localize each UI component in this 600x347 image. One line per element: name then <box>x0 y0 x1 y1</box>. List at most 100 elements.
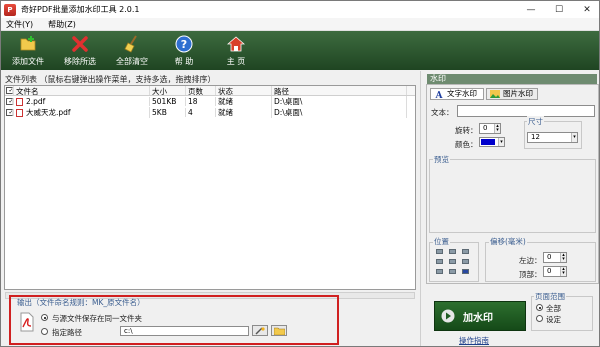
guide-link[interactable]: 操作指南 <box>459 335 489 346</box>
browse-button[interactable] <box>252 325 268 336</box>
watermark-text-input[interactable] <box>457 105 595 117</box>
pdf-output-icon <box>20 312 34 332</box>
page-range-custom-radio[interactable] <box>536 315 543 322</box>
page-range-caption: 页面范围 <box>534 291 566 302</box>
top-offset-spinner[interactable]: 0 ▴ ▾ <box>543 266 567 277</box>
help-button[interactable]: ? 帮 助 <box>158 31 210 70</box>
folder-icon <box>273 327 285 335</box>
play-icon <box>441 309 455 323</box>
file-list[interactable]: ✓ 文件名 大小 页数 状态 路径 ✓ 2.pdf 501KB 18 就绪 D:… <box>4 85 416 290</box>
position-middle-right[interactable] <box>462 259 469 264</box>
file-list-caption: 文件列表 （鼠标右键弹出操作菜单，支持多选，拖拽排序） <box>5 75 216 84</box>
left-offset-spinner[interactable]: 0 ▴ ▾ <box>543 252 567 263</box>
remove-selected-label: 移除所选 <box>64 57 96 66</box>
font-size-select[interactable]: 12 ▾ <box>527 132 578 143</box>
clear-all-button[interactable]: 全部清空 <box>106 31 158 70</box>
position-bottom-right[interactable] <box>462 269 469 274</box>
remove-selected-button[interactable]: 移除所选 <box>54 31 106 70</box>
tab-text-watermark[interactable]: A 文字水印 <box>430 88 484 100</box>
file-status: 就绪 <box>216 96 272 107</box>
row-checkbox[interactable]: ✓ <box>5 98 14 105</box>
left-offset-value: 0 <box>547 253 552 261</box>
pdf-file-icon <box>16 109 23 117</box>
magic-wand-icon <box>255 326 265 334</box>
menu-file[interactable]: 文件(Y) <box>6 19 33 30</box>
window-controls: — ☐ ✕ <box>517 1 599 18</box>
rotate-spinner[interactable]: 0 ▴ ▾ <box>479 123 501 134</box>
file-pages: 18 <box>186 97 216 106</box>
row-checkbox[interactable]: ✓ <box>5 109 14 116</box>
col-filename[interactable]: 文件名 <box>14 86 150 95</box>
tab-image-watermark[interactable]: 图片水印 <box>486 88 538 100</box>
close-button[interactable]: ✕ <box>573 1 599 18</box>
spin-arrows-icon: ▴ ▾ <box>560 267 566 276</box>
file-pages: 4 <box>186 108 216 117</box>
font-size-value: 12 <box>531 133 540 141</box>
col-path[interactable]: 路径 <box>272 86 407 95</box>
position-top-center[interactable] <box>449 249 456 254</box>
remove-icon <box>71 35 89 53</box>
chevron-down-icon: ▾ <box>498 138 504 146</box>
watermark-panel: A 文字水印 图片水印 文本： 旋转： 0 ▴ ▾ 尺寸 12 ▾ 颜色： ▾ 预览 … <box>426 84 599 284</box>
image-watermark-icon <box>490 90 500 98</box>
add-watermark-label: 加水印 <box>463 312 493 324</box>
top-offset-value: 0 <box>547 267 552 275</box>
tab-text-label: 文字水印 <box>447 89 477 98</box>
clear-all-label: 全部清空 <box>116 57 148 66</box>
add-watermark-button[interactable]: 加水印 <box>434 301 526 331</box>
custom-path-label: 指定路径 <box>52 328 82 337</box>
app-window: P 奇好PDF批量添加水印工具 2.0.1 — ☐ ✕ 文件(Y) 帮助(Z) … <box>0 0 600 347</box>
file-name: 大威天龙.pdf <box>26 108 71 117</box>
table-row[interactable]: ✓ 2.pdf 501KB 18 就绪 D:\桌面\ <box>5 96 415 107</box>
svg-text:A: A <box>435 91 444 98</box>
select-all-checkbox[interactable]: ✓ <box>5 86 14 95</box>
toolbar: 添加文件 移除所选 全部清空 ? 帮 助 主 页 <box>1 31 599 70</box>
page-range-all-label: 全部 <box>546 304 561 313</box>
pdf-file-icon <box>16 98 23 106</box>
file-path: D:\桌面\ <box>272 96 407 107</box>
app-logo-icon: P <box>4 3 16 16</box>
position-center[interactable] <box>449 259 456 264</box>
text-label: 文本： <box>431 108 454 117</box>
chevron-down-icon: ▾ <box>571 133 577 142</box>
same-folder-label: 与源文件保存在同一文件夹 <box>52 314 142 323</box>
position-label: 位置 <box>433 236 450 247</box>
preview-box <box>429 159 596 233</box>
file-list-header: ✓ 文件名 大小 页数 状态 路径 <box>5 86 415 96</box>
output-path-input[interactable]: c:\ <box>120 326 249 336</box>
spin-arrows-icon: ▴ ▾ <box>560 253 566 262</box>
custom-path-radio[interactable] <box>41 328 48 335</box>
minimize-button[interactable]: — <box>517 1 545 18</box>
size-label: 尺寸 <box>527 116 544 127</box>
home-icon <box>227 35 245 53</box>
rotate-label: 旋转： <box>455 126 478 135</box>
table-row[interactable]: ✓ 大威天龙.pdf 5KB 4 就绪 D:\桌面\ <box>5 107 415 118</box>
add-file-button[interactable]: 添加文件 <box>2 31 54 70</box>
offset-label: 偏移(毫米) <box>489 236 527 247</box>
tab-image-label: 图片水印 <box>503 89 533 98</box>
file-status: 就绪 <box>216 107 272 118</box>
same-folder-radio[interactable] <box>41 314 48 321</box>
menu-help[interactable]: 帮助(Z) <box>48 19 76 30</box>
add-file-icon <box>19 35 37 53</box>
maximize-button[interactable]: ☐ <box>545 1 573 18</box>
left-offset-label: 左边： <box>519 256 542 265</box>
window-title: 奇好PDF批量添加水印工具 2.0.1 <box>21 5 140 14</box>
position-top-right[interactable] <box>462 249 469 254</box>
panel-divider <box>420 71 421 346</box>
col-status[interactable]: 状态 <box>216 86 272 95</box>
page-range-all-radio[interactable] <box>536 304 543 311</box>
svg-text:?: ? <box>181 38 187 51</box>
color-picker[interactable]: ▾ <box>479 137 505 147</box>
position-middle-left[interactable] <box>436 259 443 264</box>
home-button[interactable]: 主 页 <box>210 31 262 70</box>
col-pages[interactable]: 页数 <box>186 86 216 95</box>
watermark-caption: 水印 <box>427 74 597 84</box>
position-bottom-center[interactable] <box>449 269 456 274</box>
top-offset-label: 顶部： <box>519 270 542 279</box>
col-size[interactable]: 大小 <box>150 86 186 95</box>
open-folder-button[interactable] <box>271 325 287 336</box>
menu-bar: 文件(Y) 帮助(Z) <box>1 18 599 31</box>
position-top-left[interactable] <box>436 249 443 254</box>
position-bottom-left[interactable] <box>436 269 443 274</box>
